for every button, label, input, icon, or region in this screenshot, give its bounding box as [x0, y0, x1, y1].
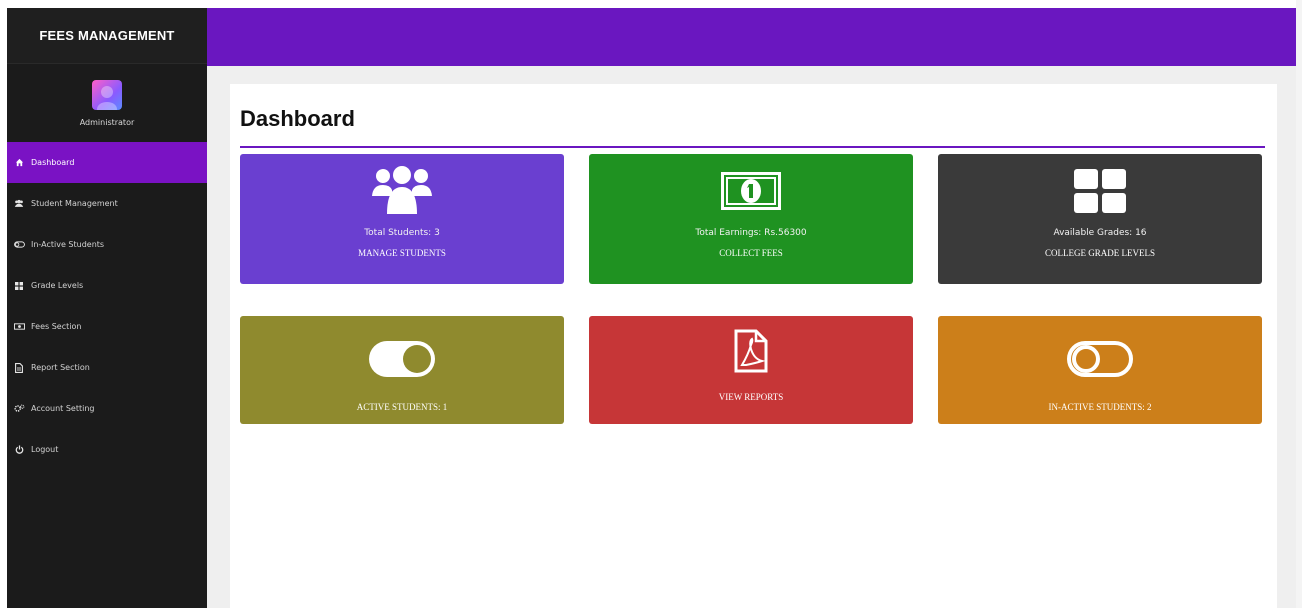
money-icon: [721, 166, 781, 216]
money-icon: [13, 323, 25, 330]
inactive-students-tile[interactable]: IN-ACTIVE STUDENTS: 2: [938, 316, 1262, 424]
pdf-icon: [734, 328, 768, 374]
avatar: [92, 79, 122, 110]
page-title: Dashboard: [240, 106, 355, 131]
app-brand: FEES MANAGEMENT: [7, 8, 207, 64]
power-icon: [13, 445, 25, 454]
tile-action: IN-ACTIVE STUDENTS: 2: [1048, 402, 1152, 412]
dashboard-panel: Dashboard Total Students: 3 MANAGE STUDE…: [230, 84, 1277, 608]
tile-action: COLLECT FEES: [719, 248, 783, 258]
top-navbar: [207, 8, 1296, 66]
user-profile: Administrator: [7, 64, 207, 142]
users-icon: [13, 199, 25, 208]
app-frame: FEES MANAGEMENT Administrator Dashboard …: [0, 0, 1302, 608]
tile-action: MANAGE STUDENTS: [358, 248, 446, 258]
sidebar-item-label: Fees Section: [31, 322, 82, 331]
sidebar-item-dashboard[interactable]: Dashboard: [7, 142, 207, 183]
tile-stat: Total Earnings: Rs.56300: [695, 228, 807, 238]
sidebar-item-label: Grade Levels: [31, 281, 84, 290]
active-students-tile[interactable]: ACTIVE STUDENTS: 1: [240, 316, 564, 424]
sidebar-item-report-section[interactable]: Report Section: [7, 347, 207, 388]
gears-icon: [13, 404, 25, 413]
toggle-off-icon: [1067, 334, 1133, 384]
sidebar-item-label: Logout: [31, 445, 59, 454]
tile-action: VIEW REPORTS: [718, 392, 784, 402]
dashboard-icon: [13, 158, 25, 167]
available-grades-tile[interactable]: Available Grades: 16 COLLEGE GRADE LEVEL…: [938, 154, 1262, 284]
sidebar-item-grade-levels[interactable]: Grade Levels: [7, 265, 207, 306]
profile-name: Administrator: [79, 117, 135, 127]
sidebar-item-fees-section[interactable]: Fees Section: [7, 306, 207, 347]
sidebar-item-label: Report Section: [31, 363, 90, 372]
sidebar: FEES MANAGEMENT Administrator Dashboard …: [7, 8, 207, 608]
users-icon: [371, 166, 433, 216]
toggle-off-icon: [13, 241, 25, 248]
tile-stat: Available Grades: 16: [1053, 228, 1147, 238]
sidebar-item-logout[interactable]: Logout: [7, 429, 207, 470]
sidebar-item-account-setting[interactable]: Account Setting: [7, 388, 207, 429]
sidebar-item-label: Dashboard: [31, 158, 75, 167]
sidebar-item-label: Student Management: [31, 199, 118, 208]
grid-icon: [13, 281, 25, 290]
file-icon: [13, 362, 25, 373]
tile-action: ACTIVE STUDENTS: 1: [356, 402, 448, 412]
sidebar-item-inactive-students[interactable]: In-Active Students: [7, 224, 207, 265]
sidebar-item-label: In-Active Students: [31, 240, 105, 249]
grid-icon: [1074, 166, 1126, 216]
window-edge: [1296, 0, 1302, 608]
total-earnings-tile[interactable]: Total Earnings: Rs.56300 COLLECT FEES: [589, 154, 913, 284]
title-divider: [240, 146, 1265, 148]
sidebar-item-label: Account Setting: [31, 404, 95, 413]
tile-action: COLLEGE GRADE LEVELS: [1045, 248, 1155, 258]
toggle-on-icon: [369, 334, 435, 384]
total-students-tile[interactable]: Total Students: 3 MANAGE STUDENTS: [240, 154, 564, 284]
main-content: Dashboard Total Students: 3 MANAGE STUDE…: [207, 66, 1296, 608]
tile-stat: Total Students: 3: [364, 228, 440, 238]
view-reports-tile[interactable]: VIEW REPORTS: [589, 316, 913, 424]
sidebar-nav: Dashboard Student Management In-Active S…: [7, 142, 207, 470]
sidebar-item-student-management[interactable]: Student Management: [7, 183, 207, 224]
